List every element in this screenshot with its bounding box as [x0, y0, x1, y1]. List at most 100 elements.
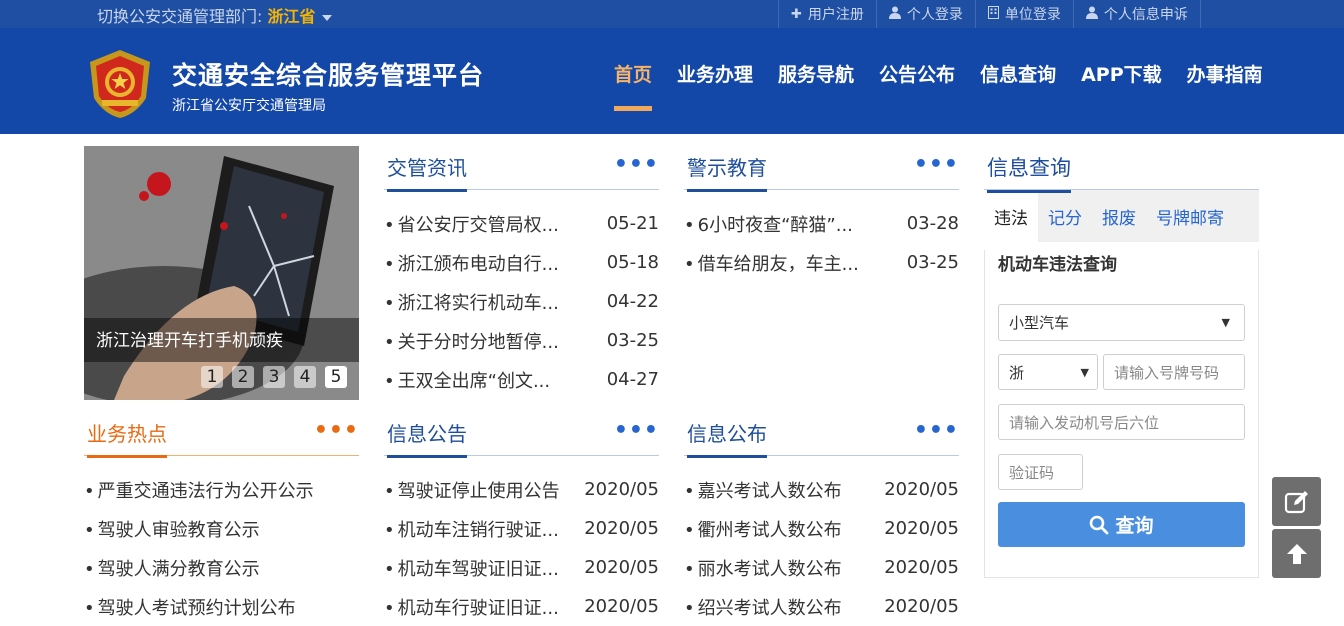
warning-panel: 警示教育 ••• 6小时夜查“醉猫”...03-28 借车给朋友，车主...03… [684, 146, 959, 282]
feedback-button[interactable] [1272, 477, 1321, 526]
notice-panel: 信息公告 ••• 驾驶证停止使用公告2020/05 机动车注销行驶证...202… [384, 412, 659, 626]
top-utility-bar: 切换公安交通管理部门: 浙江省 ✚ 用户注册 个人登录 单位登录 个人信息申诉 [0, 0, 1344, 28]
register-label: 用户注册 [807, 7, 864, 23]
warning-panel-title[interactable]: 警示教育 [687, 152, 767, 192]
hot-more-button[interactable]: ••• [314, 418, 359, 443]
site-title: 交通安全综合服务管理平台 [172, 61, 485, 90]
building-icon [987, 5, 999, 23]
list-item[interactable]: 机动车注销行驶证...2020/05 [384, 509, 659, 548]
list-item[interactable]: 借车给朋友，车主...03-25 [684, 243, 959, 282]
list-item[interactable]: 驾驶人审验教育公示 [84, 509, 359, 548]
region-switcher[interactable]: 切换公安交通管理部门: 浙江省 [97, 3, 332, 27]
list-item[interactable]: 关于分时分地暂停...03-25 [384, 321, 659, 360]
info-query-panel: 信息查询 违法 记分 报废 号牌邮寄 机动车违法查询 小型汽车 ▼ 浙 ▼ 请输入号… [984, 146, 1259, 578]
arrow-up-icon [1286, 543, 1307, 564]
plate-prefix-select[interactable]: 浙 ▼ [998, 354, 1098, 390]
nav-announcements[interactable]: 公告公布 [879, 60, 955, 87]
vehicle-type-select[interactable]: 小型汽车 ▼ [998, 304, 1245, 341]
list-item[interactable]: 驾驶人考试预约计划公布 [84, 587, 359, 626]
list-item[interactable]: 省公安厅交管局权...05-21 [384, 204, 659, 243]
query-submit-button[interactable]: 查询 [998, 502, 1245, 547]
captcha-input[interactable]: 验证码 [998, 454, 1083, 490]
info-query-title: 信息查询 [987, 152, 1071, 193]
list-item[interactable]: 6小时夜查“醉猫”...03-28 [684, 204, 959, 243]
list-item[interactable]: 驾驶人满分教育公示 [84, 548, 359, 587]
plate-number-input[interactable]: 请输入号牌号码 [1103, 354, 1245, 390]
tab-violation[interactable]: 违法 [984, 190, 1038, 242]
hot-panel: 业务热点 ••• 严重交通违法行为公开公示 驾驶人审验教育公示 驾驶人满分教育公… [84, 412, 359, 626]
nav-home[interactable]: 首页 [614, 60, 653, 111]
engine-number-input[interactable]: 请输入发动机号后六位 [998, 404, 1245, 440]
list-item[interactable]: 衢州考试人数公布2020/05 [684, 509, 959, 548]
nav-app-download[interactable]: APP下载 [1081, 60, 1162, 87]
publish-panel-header: 信息公布 ••• [684, 412, 959, 458]
query-tabs: 违法 记分 报废 号牌邮寄 [984, 190, 1259, 242]
publish-more-button[interactable]: ••• [914, 418, 959, 443]
company-login-label: 单位登录 [1004, 7, 1061, 23]
account-links: ✚ 用户注册 个人登录 单位登录 个人信息申诉 [778, 0, 1201, 28]
hot-panel-header: 业务热点 ••• [84, 412, 359, 458]
warning-list: 6小时夜查“醉猫”...03-28 借车给朋友，车主...03-25 [684, 204, 959, 282]
nav-guide[interactable]: 办事指南 [1187, 60, 1263, 87]
back-to-top-button[interactable] [1272, 529, 1321, 578]
plus-icon: ✚ [791, 6, 802, 22]
region-current[interactable]: 浙江省 [267, 7, 315, 26]
slide-caption[interactable]: 浙江治理开车打手机顽疾 [84, 318, 359, 362]
news-list: 省公安厅交管局权...05-21 浙江颁布电动自行...05-18 浙江将实行机… [384, 204, 659, 399]
violation-query-form: 机动车违法查询 小型汽车 ▼ 浙 ▼ 请输入号牌号码 请输入发动机号后六位 验证码 … [984, 250, 1259, 578]
list-item[interactable]: 机动车驾驶证旧证...2020/05 [384, 548, 659, 587]
appeal-label: 个人信息申诉 [1103, 7, 1188, 23]
publish-panel: 信息公布 ••• 嘉兴考试人数公布2020/05 衢州考试人数公布2020/05… [684, 412, 959, 626]
notice-panel-title[interactable]: 信息公告 [387, 418, 467, 458]
caret-down-icon[interactable] [321, 14, 332, 21]
notice-more-button[interactable]: ••• [614, 418, 659, 443]
hot-panel-title[interactable]: 业务热点 [87, 418, 167, 458]
site-header: 交通安全综合服务管理平台 浙江省公安厅交通管理局 首页 业务办理 服务导航 公告… [0, 28, 1344, 134]
slide-page-2[interactable]: 2 [232, 366, 254, 388]
region-switch-label: 切换公安交通管理部门: [97, 7, 268, 26]
warning-more-button[interactable]: ••• [914, 152, 959, 177]
list-item[interactable]: 浙江颁布电动自行...05-18 [384, 243, 659, 282]
slide-pager: 1 2 3 4 5 [192, 366, 347, 388]
police-emblem-logo[interactable] [84, 48, 156, 120]
news-panel: 交管资讯 ••• 省公安厅交管局权...05-21 浙江颁布电动自行...05-… [384, 146, 659, 399]
tab-points[interactable]: 记分 [1038, 190, 1092, 242]
slide-page-1[interactable]: 1 [201, 366, 223, 388]
publish-panel-title[interactable]: 信息公布 [687, 418, 767, 458]
tab-scrap[interactable]: 报废 [1092, 190, 1146, 242]
form-title: 机动车违法查询 [998, 255, 1117, 275]
user-icon [1085, 6, 1098, 23]
info-query-header: 信息查询 [984, 146, 1259, 193]
news-slideshow[interactable]: 浙江治理开车打手机顽疾 1 2 3 4 5 [84, 146, 359, 400]
chevron-down-icon: ▼ [1080, 365, 1089, 379]
warning-panel-header: 警示教育 ••• [684, 146, 959, 192]
list-item[interactable]: 丽水考试人数公布2020/05 [684, 548, 959, 587]
list-item[interactable]: 嘉兴考试人数公布2020/05 [684, 470, 959, 509]
list-item[interactable]: 机动车行驶证旧证...2020/05 [384, 587, 659, 626]
register-link[interactable]: ✚ 用户注册 [778, 0, 876, 28]
personal-login-link[interactable]: 个人登录 [875, 0, 975, 28]
nav-service-guide[interactable]: 服务导航 [778, 60, 854, 87]
news-more-button[interactable]: ••• [614, 152, 659, 177]
nav-business[interactable]: 业务办理 [677, 60, 753, 87]
edit-icon [1284, 490, 1308, 513]
site-subtitle: 浙江省公安厅交通管理局 [172, 98, 326, 114]
main-nav: 首页 业务办理 服务导航 公告公布 信息查询 APP下载 办事指南 [600, 60, 1288, 111]
list-item[interactable]: 绍兴考试人数公布2020/05 [684, 587, 959, 626]
news-panel-title[interactable]: 交管资讯 [387, 152, 467, 192]
list-item[interactable]: 驾驶证停止使用公告2020/05 [384, 470, 659, 509]
notice-panel-header: 信息公告 ••• [384, 412, 659, 458]
nav-info-query[interactable]: 信息查询 [980, 60, 1056, 87]
tab-plate-mail[interactable]: 号牌邮寄 [1146, 190, 1234, 242]
news-panel-header: 交管资讯 ••• [384, 146, 659, 192]
list-item[interactable]: 浙江将实行机动车...04-22 [384, 282, 659, 321]
user-icon [888, 6, 901, 23]
slide-page-3[interactable]: 3 [263, 366, 285, 388]
appeal-link[interactable]: 个人信息申诉 [1072, 0, 1201, 28]
personal-login-label: 个人登录 [906, 7, 963, 23]
slide-page-4[interactable]: 4 [294, 366, 316, 388]
company-login-link[interactable]: 单位登录 [974, 0, 1073, 28]
list-item[interactable]: 王双全出席“创文...04-27 [384, 360, 659, 399]
slide-page-5[interactable]: 5 [325, 366, 347, 388]
list-item[interactable]: 严重交通违法行为公开公示 [84, 470, 359, 509]
